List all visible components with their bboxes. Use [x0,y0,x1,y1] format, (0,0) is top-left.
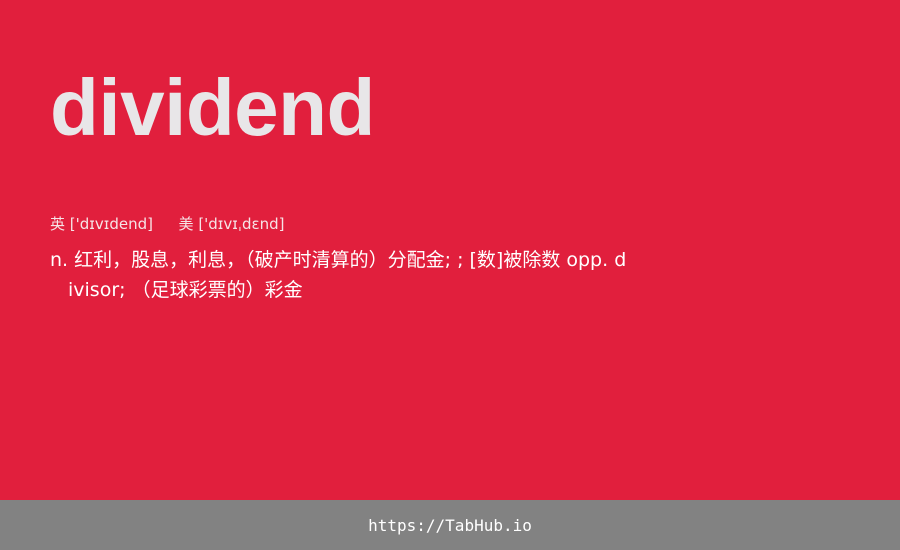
tabhub-link[interactable]: https://TabHub.io [368,516,532,535]
headword: dividend [50,63,375,152]
footer-bar: https://TabHub.io [0,500,900,550]
uk-label: 英 [50,215,66,233]
us-label: 美 [178,215,194,233]
definition: n. 红利，股息，利息，（破产时清算的）分配金; ; [数]被除数 opp. d… [50,245,662,305]
definition-line-2: ivisor; （足球彩票的）彩金 [68,279,303,301]
pronunciation-row: 英 ['dɪvɪdend] 美 ['dɪvɪˌdɛnd] [50,213,284,234]
us-phonetic: ['dɪvɪˌdɛnd] [198,215,285,233]
uk-phonetic: ['dɪvɪdend] [69,215,153,233]
word-card: dividend 英 ['dɪvɪdend] 美 ['dɪvɪˌdɛnd] n.… [0,0,900,500]
definition-line-1: n. 红利，股息，利息，（破产时清算的）分配金; ; [数]被除数 opp. d [50,249,627,271]
